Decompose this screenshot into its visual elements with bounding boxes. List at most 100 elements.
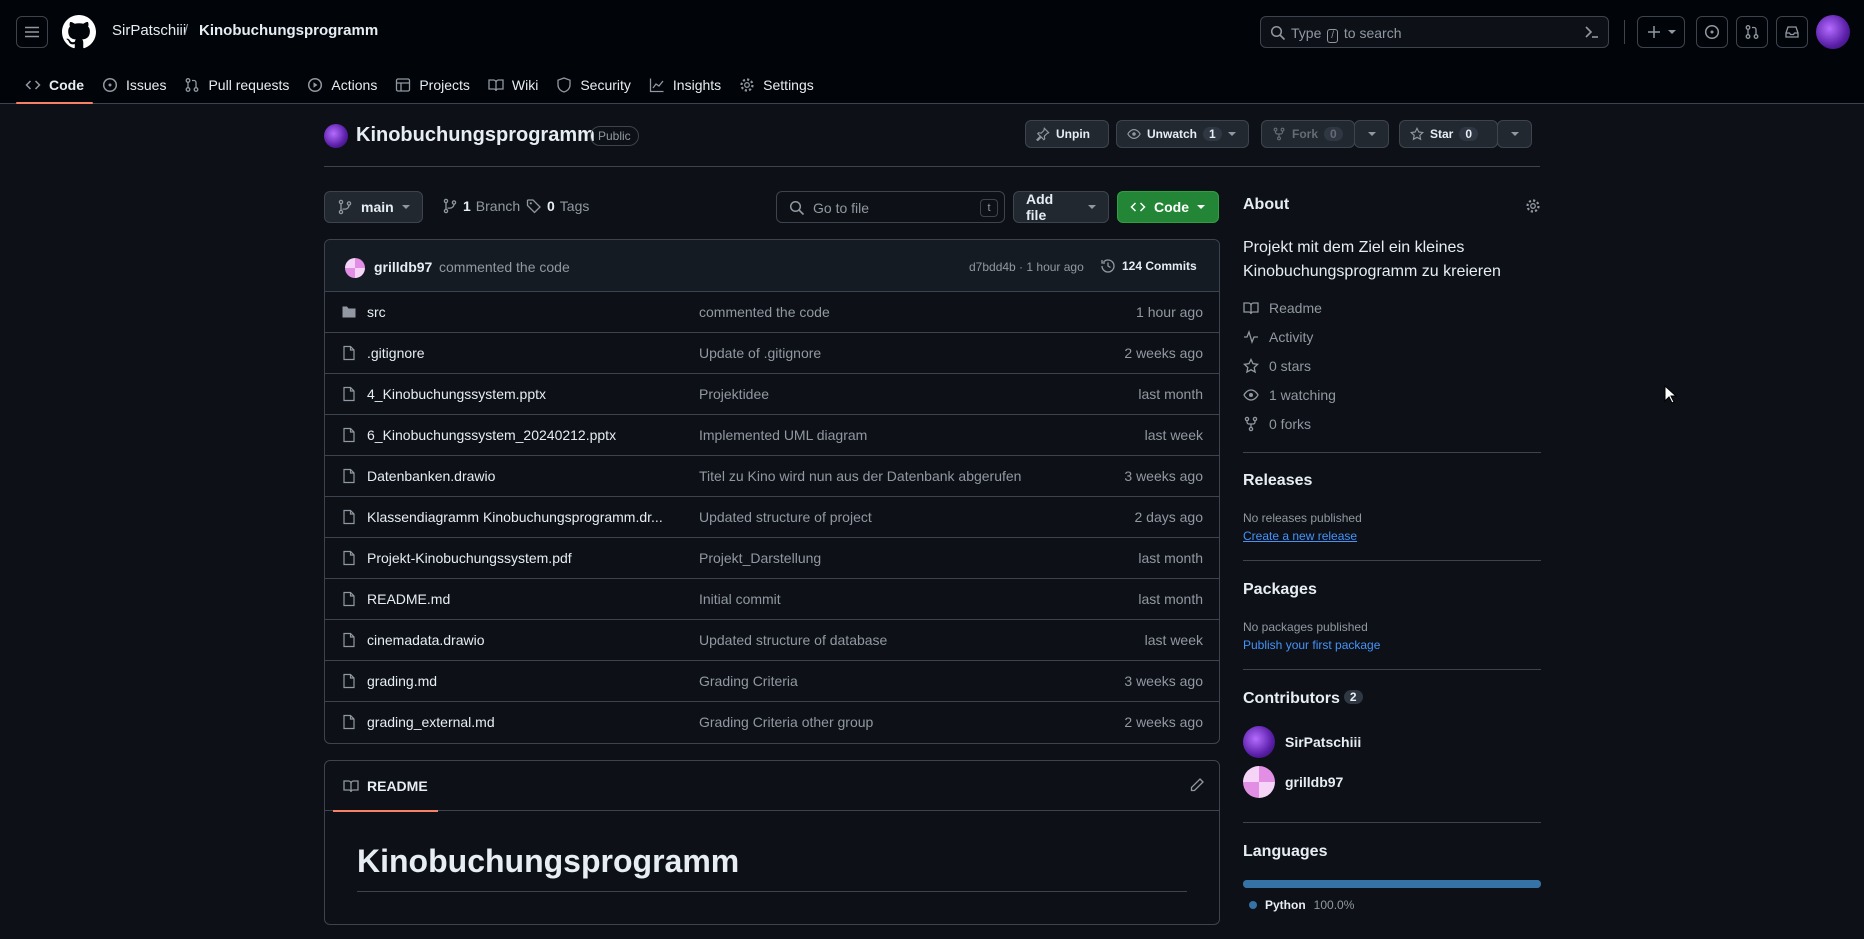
contributors-heading[interactable]: Contributors 2: [1243, 690, 1363, 708]
file-commit-message[interactable]: Update of .gitignore: [699, 345, 821, 361]
create-new-button[interactable]: [1637, 16, 1685, 48]
tab-projects[interactable]: Projects: [386, 66, 479, 104]
table-row[interactable]: cinemadata.drawio Updated structure of da…: [325, 620, 1219, 661]
unwatch-button[interactable]: Unwatch 1: [1116, 120, 1249, 148]
file-name[interactable]: README.md: [367, 591, 667, 607]
file-name[interactable]: src: [367, 304, 667, 320]
table-row[interactable]: grading.md Grading Criteria 3 weeks ago: [325, 661, 1219, 702]
star-button[interactable]: Star 0: [1399, 120, 1498, 148]
add-file-button[interactable]: Add file: [1013, 191, 1109, 223]
create-release-link[interactable]: Create a new release: [1243, 529, 1357, 543]
breadcrumb-repo[interactable]: Kinobuchungsprogramm: [199, 22, 378, 39]
readme-tab[interactable]: README: [333, 761, 438, 812]
tab-actions[interactable]: Actions: [298, 66, 386, 104]
user-avatar[interactable]: [1816, 15, 1850, 49]
tab-security[interactable]: Security: [547, 66, 640, 104]
file-commit-message[interactable]: Grading Criteria: [699, 673, 798, 689]
table-row[interactable]: 6_Kinobuchungssystem_20240212.pptx Implem…: [325, 415, 1219, 456]
commit-message[interactable]: commented the code: [439, 259, 570, 275]
issue-icon: [102, 77, 118, 93]
file-commit-message[interactable]: commented the code: [699, 304, 830, 320]
releases-heading[interactable]: Releases: [1243, 472, 1312, 490]
breadcrumb-owner[interactable]: SirPatschiii: [112, 22, 186, 39]
pull-requests-button[interactable]: [1736, 16, 1768, 48]
tab-issues[interactable]: Issues: [93, 66, 175, 104]
readme-link[interactable]: Readme: [1243, 300, 1322, 316]
commits-count: 124 Commits: [1122, 259, 1197, 273]
inbox-button[interactable]: [1776, 16, 1808, 48]
activity-link[interactable]: Activity: [1243, 329, 1313, 345]
file-name[interactable]: Projekt-Kinobuchungssystem.pdf: [367, 550, 667, 566]
star-dropdown-button[interactable]: [1497, 120, 1532, 148]
pencil-icon[interactable]: [1189, 777, 1205, 793]
file-name[interactable]: grading.md: [367, 673, 667, 689]
stars-link[interactable]: 0 stars: [1243, 358, 1311, 374]
tab-label: Code: [49, 77, 84, 93]
file-commit-message[interactable]: Updated structure of database: [699, 632, 887, 648]
file-name[interactable]: Klassendiagramm Kinobuchungsprogramm.dr.…: [367, 509, 667, 525]
fork-button[interactable]: Fork 0: [1261, 120, 1355, 148]
file-name[interactable]: .gitignore: [367, 345, 667, 361]
file-commit-message[interactable]: Projekt_Darstellung: [699, 550, 821, 566]
file-commit-message[interactable]: Titel zu Kino wird nun aus der Datenbank…: [699, 468, 1021, 484]
table-row[interactable]: src commented the code 1 hour ago: [325, 292, 1219, 333]
file-name[interactable]: cinemadata.drawio: [367, 632, 667, 648]
file-commit-message[interactable]: Projektidee: [699, 386, 769, 402]
repo-title[interactable]: Kinobuchungsprogramm: [356, 124, 595, 147]
branch-icon: [442, 198, 458, 214]
tab-insights[interactable]: Insights: [640, 66, 730, 104]
watching-link[interactable]: 1 watching: [1243, 387, 1336, 403]
table-row[interactable]: 4_Kinobuchungssystem.pptx Projektidee last…: [325, 374, 1219, 415]
tab-settings[interactable]: Settings: [730, 66, 823, 104]
file-name[interactable]: 6_Kinobuchungssystem_20240212.pptx: [367, 427, 667, 443]
commit-author[interactable]: grilldb97: [374, 259, 432, 275]
file-commit-message[interactable]: Initial commit: [699, 591, 781, 607]
table-row[interactable]: grading_external.md Grading Criteria othe…: [325, 702, 1219, 743]
commits-link[interactable]: 124 Commits: [1100, 258, 1197, 274]
go-to-file-input[interactable]: Go to file t: [776, 191, 1005, 223]
file-icon: [341, 632, 357, 648]
table-row[interactable]: Datenbanken.drawio Titel zu Kino wird nun…: [325, 456, 1219, 497]
tags-link[interactable]: 0 Tags: [526, 198, 589, 214]
github-logo-icon[interactable]: [62, 15, 96, 49]
gear-icon[interactable]: [1525, 198, 1541, 214]
table-row[interactable]: Klassendiagramm Kinobuchungsprogramm.dr.…: [325, 497, 1219, 538]
table-row[interactable]: Projekt-Kinobuchungssystem.pdf Projekt_Da…: [325, 538, 1219, 579]
language-color-dot: [1249, 901, 1257, 909]
table-row[interactable]: .gitignore Update of .gitignore 2 weeks ag…: [325, 333, 1219, 374]
file-commit-time: last month: [1138, 386, 1203, 402]
repo-owner-avatar[interactable]: [324, 124, 348, 148]
branches-link[interactable]: 1 Branch: [442, 198, 520, 214]
packages-heading[interactable]: Packages: [1243, 581, 1317, 599]
tab-label: Settings: [763, 77, 814, 93]
book-icon: [488, 77, 504, 93]
file-name[interactable]: grading_external.md: [367, 714, 667, 730]
tab-pull-requests[interactable]: Pull requests: [175, 66, 298, 104]
commit-hash-time[interactable]: d7bdd4b · 1 hour ago: [969, 260, 1084, 274]
contributor-item[interactable]: SirPatschiii: [1243, 726, 1361, 758]
command-palette-icon[interactable]: [1584, 24, 1600, 40]
file-name[interactable]: Datenbanken.drawio: [367, 468, 667, 484]
file-commit-message[interactable]: Grading Criteria other group: [699, 714, 873, 730]
sidebar-divider: [1243, 669, 1541, 670]
fork-dropdown-button[interactable]: [1354, 120, 1389, 148]
unpin-button[interactable]: Unpin: [1025, 120, 1109, 148]
issues-button[interactable]: [1696, 16, 1728, 48]
language-item[interactable]: Python 100.0%: [1249, 898, 1354, 912]
menu-button[interactable]: [16, 16, 48, 48]
file-name[interactable]: 4_Kinobuchungssystem.pptx: [367, 386, 667, 402]
file-commit-message[interactable]: Implemented UML diagram: [699, 427, 867, 443]
global-search-input[interactable]: Type / to search: [1260, 16, 1609, 48]
file-commit-time: 2 days ago: [1134, 509, 1204, 525]
contributor-item[interactable]: grilldb97: [1243, 766, 1343, 798]
tab-code[interactable]: Code: [16, 66, 93, 104]
branch-selector[interactable]: main: [324, 191, 423, 223]
forks-link[interactable]: 0 forks: [1243, 416, 1311, 432]
table-row[interactable]: README.md Initial commit last month: [325, 579, 1219, 620]
commit-author-avatar[interactable]: [345, 258, 365, 278]
sidebar-divider: [1243, 822, 1541, 823]
code-button[interactable]: Code: [1117, 191, 1219, 223]
file-commit-message[interactable]: Updated structure of project: [699, 509, 872, 525]
tab-wiki[interactable]: Wiki: [479, 66, 547, 104]
publish-package-link[interactable]: Publish your first package: [1243, 638, 1380, 652]
